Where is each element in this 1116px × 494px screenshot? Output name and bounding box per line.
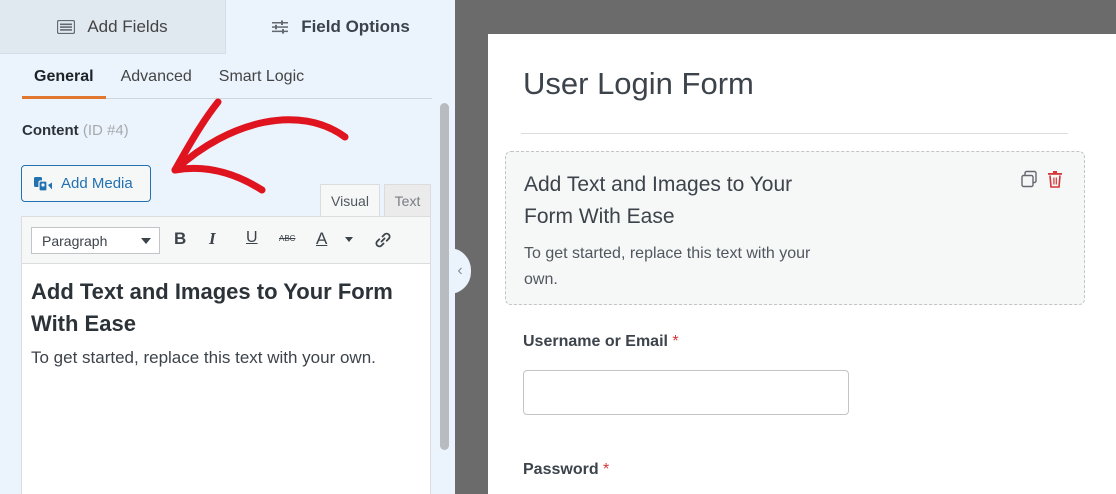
editor-toolbar: Paragraph B I U ABC A	[22, 217, 430, 264]
password-label: Password *	[523, 461, 609, 479]
sliders-icon	[272, 20, 289, 34]
editor-heading: Add Text and Images to Your Form With Ea…	[31, 279, 393, 336]
chevron-down-icon	[141, 238, 151, 244]
field-options-panel: Add Fields Field Options General Advance…	[0, 0, 455, 494]
field-actions	[1020, 170, 1064, 188]
editor-tab-text[interactable]: Text	[384, 184, 431, 217]
content-field-heading: Add Text and Images to Your Form With Ea…	[524, 173, 793, 228]
content-field-preview[interactable]: Add Text and Images to Your Form With Ea…	[505, 151, 1085, 305]
content-field-text: To get started, replace this text with y…	[524, 245, 811, 288]
subtab-general[interactable]: General	[22, 54, 106, 99]
password-label-text: Password	[523, 461, 599, 478]
format-select-value: Paragraph	[42, 233, 108, 249]
media-icon	[34, 176, 52, 192]
add-media-label: Add Media	[61, 175, 133, 192]
required-mark: *	[672, 333, 679, 350]
form-preview-card: User Login Form Add Text and Images to Y…	[488, 34, 1116, 494]
title-divider	[521, 133, 1068, 134]
panel-scrollbar[interactable]	[440, 103, 449, 450]
annotation-arrow-icon	[171, 98, 349, 194]
required-mark: *	[603, 461, 610, 478]
duplicate-icon[interactable]	[1020, 170, 1038, 188]
rich-text-editor: Paragraph B I U ABC A Add Text and Image…	[21, 216, 431, 494]
tab-field-options[interactable]: Field Options	[226, 0, 455, 54]
editor-content[interactable]: Add Text and Images to Your Form With Ea…	[22, 264, 430, 380]
tab-field-options-label: Field Options	[301, 17, 410, 36]
content-label-text: Content	[22, 122, 79, 139]
username-label-text: Username or Email	[523, 333, 668, 350]
format-select[interactable]: Paragraph	[31, 227, 160, 254]
list-icon	[57, 19, 76, 34]
username-input[interactable]	[523, 370, 849, 415]
text-color-button[interactable]: A	[316, 229, 327, 249]
tab-add-fields-label: Add Fields	[87, 16, 168, 36]
form-title: User Login Form	[523, 66, 754, 101]
add-media-button[interactable]: Add Media	[21, 165, 151, 202]
chevron-left-icon: ‹	[457, 262, 463, 279]
italic-button[interactable]: I	[209, 229, 216, 249]
content-id: (ID #4)	[82, 122, 129, 139]
trash-icon[interactable]	[1046, 170, 1064, 188]
editor-paragraph: To get started, replace this text with y…	[31, 348, 376, 367]
tab-add-fields[interactable]: Add Fields	[0, 0, 226, 54]
username-label: Username or Email *	[523, 333, 679, 351]
content-label: Content (ID #4)	[22, 122, 129, 139]
panel-top-tabs: Add Fields Field Options	[0, 0, 455, 54]
text-color-dropdown-icon[interactable]	[345, 237, 353, 242]
link-icon[interactable]	[373, 230, 393, 250]
underline-button[interactable]: U	[246, 229, 258, 247]
strikethrough-button[interactable]: ABC	[279, 234, 295, 243]
bold-button[interactable]: B	[174, 229, 186, 249]
